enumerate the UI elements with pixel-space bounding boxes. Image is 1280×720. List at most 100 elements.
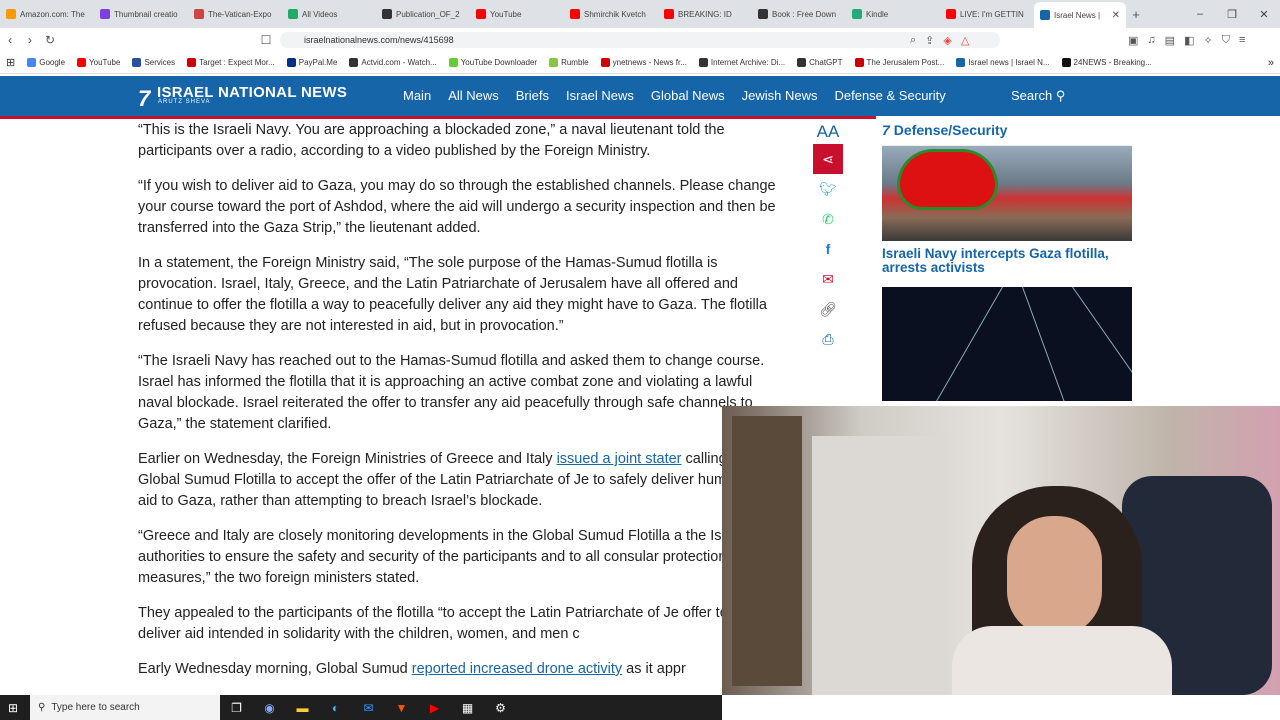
restore-icon[interactable]: ❐ [1216,8,1248,21]
reading-list-icon[interactable]: ▤ [1165,34,1175,47]
media-icon[interactable]: ♫ [1147,34,1155,46]
email-icon[interactable]: ✉ [813,264,843,294]
zoom-icon[interactable]: ⌕ [910,34,916,47]
bookmark-item[interactable]: 24NEWS - Breaking... [1056,58,1158,67]
font-size-button[interactable]: AA [813,120,843,144]
browser-tab[interactable]: Thumbnail creatio [94,0,188,28]
new-tab-button[interactable]: + [1126,7,1146,22]
bookmark-item[interactable]: YouTube Downloader [443,58,543,67]
brave-rewards-icon[interactable]: △ [961,34,969,47]
tab-title: Israel News | [1054,10,1101,20]
browser-tab[interactable]: Shmirchik Kvetch [564,0,658,28]
bookmark-item[interactable]: Internet Archive: Di... [693,58,791,67]
bookmark-favicon-icon [77,58,87,67]
facebook-icon[interactable]: f [813,234,843,264]
calculator-icon[interactable]: ▦ [451,701,484,715]
windows-start-icon[interactable]: ⊞ [8,701,18,715]
story-image[interactable] [882,146,1132,241]
article-paragraph: Earlier on Wednesday, the Foreign Minist… [138,449,788,512]
back-icon[interactable]: ‹ [0,33,20,47]
bookmark-item[interactable]: ChatGPT [791,58,848,67]
bookmark-item[interactable]: Target : Expect Mor... [181,58,281,67]
bookmark-item[interactable]: ynetnews - News fr... [595,58,693,67]
tab-title: Thumbnail creatio [114,9,178,19]
print-icon[interactable]: ⎙ [813,324,843,354]
browser-tab[interactable]: BREAKING: ID [658,0,752,28]
nav-link[interactable]: Main [403,88,431,103]
close-tab-icon[interactable]: ✕ [1112,10,1120,21]
menu-icon[interactable]: ≡ [1239,34,1245,46]
bookmark-item[interactable]: Google [21,58,71,67]
sidebar-icon[interactable]: ▣ [1128,34,1138,47]
file-explorer-icon[interactable]: ▬ [286,701,319,715]
vpn-icon[interactable]: ⛉ [1222,34,1230,47]
bookmark-item[interactable]: PayPal.Me [281,58,344,67]
story-title-link[interactable]: Israeli Navy intercepts Gaza flotilla, a… [882,247,1132,287]
nav-link[interactable]: All News [448,88,499,103]
browser-tab[interactable]: The-Vatican-Expo [188,0,282,28]
bookmark-favicon-icon [698,58,708,67]
nav-link[interactable]: Briefs [516,88,549,103]
browser-tab[interactable]: Book : Free Down [752,0,846,28]
bookmark-label: PayPal.Me [298,58,338,67]
task-view-icon[interactable]: ❐ [220,701,253,715]
joint-statement-link[interactable]: issued a joint stater [557,451,682,467]
bookmark-favicon-icon [549,58,559,67]
story-image[interactable] [882,287,1132,401]
wallet-icon[interactable]: ◧ [1184,34,1194,47]
apps-icon[interactable]: ⊞ [0,56,21,69]
browser-tab[interactable]: LIVE: I'm GETTIN [940,0,1034,28]
nav-link[interactable]: Israel News [566,88,634,103]
url-field[interactable]: israelnationalnews.com/news/415698 [280,32,1000,48]
nav-link[interactable]: Defense & Security [834,88,945,103]
article-paragraph: “This is the Israeli Navy. You are appro… [138,122,725,159]
nav-link[interactable]: Global News [651,88,725,103]
bookmark-page-icon[interactable]: ☐ [256,33,276,47]
youtube-icon[interactable]: ▶ [418,701,451,715]
toolbar-icons: ▣ ♫ ▤ ◧ ✧ ⛉ ≡ [1128,28,1245,52]
twitter-icon[interactable]: 🐦︎ [813,174,843,204]
minimize-icon[interactable]: – [1184,8,1216,20]
browser-tab[interactable]: Kindle [846,0,940,28]
image-detail [1072,287,1132,401]
bookmark-item[interactable]: Actvid.com - Watch... [343,58,442,67]
bookmark-item[interactable]: YouTube [71,58,126,67]
browser-tab[interactable]: YouTube [470,0,564,28]
link-icon[interactable]: 🔗︎ [813,294,843,324]
copilot-icon[interactable]: ◉ [253,701,286,715]
windows-taskbar: ⊞ ⚲ Type here to search ❐ ◉ ▬ ◐ ✉ ▼ ▶ ▦ … [0,695,722,720]
search-button[interactable]: Search ⚲ [1011,88,1065,104]
drone-activity-link[interactable]: reported increased drone activity [412,661,622,677]
bookmark-item[interactable]: Israel news | Israel N... [950,58,1055,67]
browser-tab[interactable]: All Videos [282,0,376,28]
close-icon[interactable]: ✕ [1248,8,1280,21]
bookmark-label: YouTube Downloader [460,58,538,67]
search-icon: ⚲ [1055,88,1066,103]
bookmark-item[interactable]: The Jerusalem Post... [849,58,951,67]
share-icon[interactable]: ⋖ [813,144,843,174]
edge-icon[interactable]: ◐ [319,701,352,715]
extensions-icon[interactable]: ✧ [1203,34,1212,47]
whatsapp-icon[interactable]: ✆ [813,204,843,234]
share-page-icon[interactable]: ⇪ [925,34,934,47]
brave-shield-icon[interactable]: ◈ [943,34,951,47]
chatgpt-icon[interactable]: ⚙ [484,701,517,715]
bookmark-item[interactable]: Rumble [543,58,595,67]
browser-tab[interactable]: Publication_OF_2 [376,0,470,28]
brave-icon[interactable]: ▼ [385,701,418,715]
taskbar-search[interactable]: ⚲ Type here to search [30,695,220,720]
bookmark-item[interactable]: Services [126,58,181,67]
paragraph-text: Earlier on Wednesday, the Foreign Minist… [138,451,557,467]
bookmarks-overflow-icon[interactable]: » [1262,57,1280,69]
article-paragraph: They appealed to the participants of the… [138,605,770,642]
forward-icon[interactable]: › [20,33,40,47]
browser-tab[interactable]: Amazon.com: The [0,0,94,28]
article-paragraph: “If you wish to deliver aid to Gaza, you… [138,178,776,236]
tab-favicon-icon [382,9,392,19]
sidebar-section-title[interactable]: 7 Defense/Security [882,120,1132,146]
outlook-icon[interactable]: ✉ [352,701,385,715]
nav-link[interactable]: Jewish News [742,88,818,103]
reload-icon[interactable]: ↻ [40,33,60,47]
tab-active[interactable]: Israel News | ✕ [1034,2,1126,28]
site-logo[interactable]: 7 ISRAEL NATIONAL NEWS ARUTZ SHEVA [138,84,347,111]
